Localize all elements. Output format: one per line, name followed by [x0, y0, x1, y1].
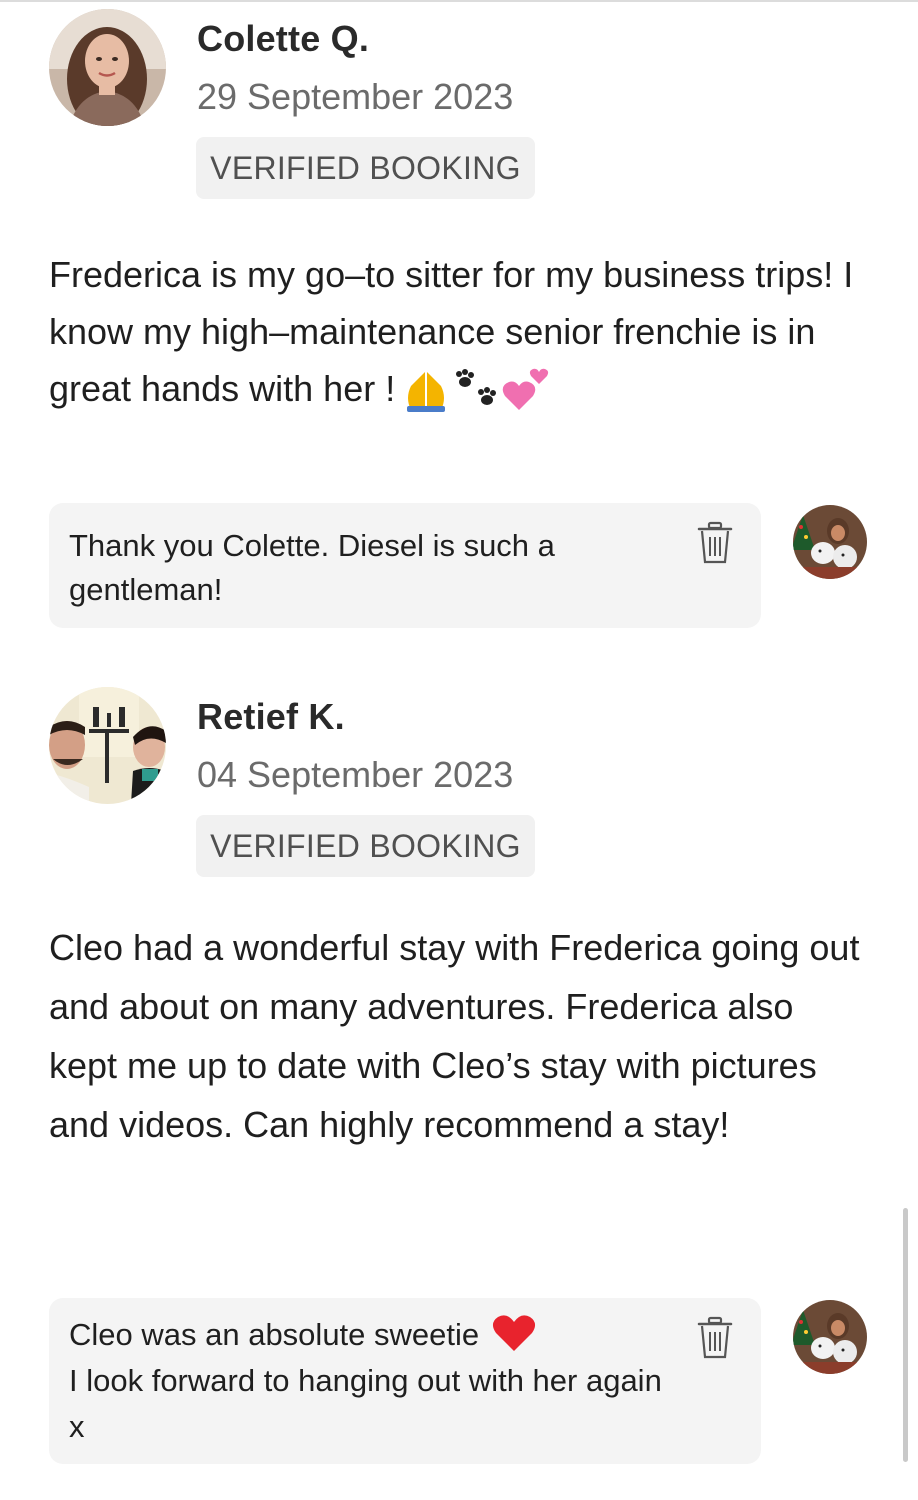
- reply-line-2: I look forward to hanging out with her a…: [69, 1363, 662, 1444]
- top-divider: [0, 0, 918, 2]
- verified-booking-badge: VERIFIED BOOKING: [196, 137, 535, 199]
- review-emojis: [401, 368, 551, 414]
- trash-icon[interactable]: [697, 1316, 733, 1360]
- reviewer-name: Colette Q.: [197, 18, 370, 59]
- two-hearts-icon: [502, 369, 549, 411]
- reply-text: Cleo was an absolute sweetie I look forw…: [69, 1312, 669, 1450]
- folded-hands-icon: [407, 372, 446, 413]
- verified-booking-badge: VERIFIED BOOKING: [196, 815, 535, 877]
- review-date: 04 September 2023: [197, 754, 514, 795]
- review-date: 29 September 2023: [197, 76, 514, 117]
- host-reply: Cleo was an absolute sweetie I look forw…: [49, 1298, 761, 1464]
- reply-text: Thank you Colette. Diesel is such a gent…: [69, 528, 555, 607]
- trash-icon[interactable]: [697, 521, 733, 565]
- red-heart-icon: [492, 1315, 535, 1351]
- review-text: Frederica is my go–to sitter for my busi…: [49, 246, 869, 417]
- reviewer-avatar[interactable]: [49, 9, 166, 126]
- host-avatar[interactable]: [793, 505, 867, 579]
- host-avatar[interactable]: [793, 1300, 867, 1374]
- scrollbar[interactable]: [903, 1208, 908, 1462]
- reviewer-name: Retief K.: [197, 696, 345, 737]
- review-text: Cleo had a wonderful stay with Frederica…: [49, 927, 860, 1145]
- reply-line-1: Cleo was an absolute sweetie: [69, 1317, 480, 1352]
- host-reply: Thank you Colette. Diesel is such a gent…: [49, 503, 761, 628]
- paw-prints-icon: [456, 369, 497, 406]
- reviewer-avatar[interactable]: [49, 687, 166, 804]
